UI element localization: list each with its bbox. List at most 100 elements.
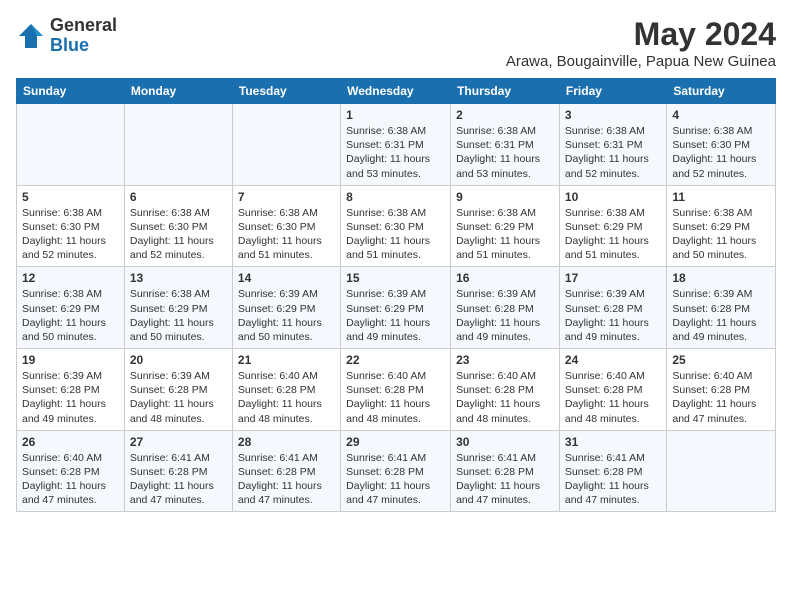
calendar-cell: 14 Sunrise: 6:39 AM Sunset: 6:29 PM Dayli…: [232, 267, 340, 349]
calendar-cell: 7Sunrise: 6:38 AM Sunset: 6:30 PM Daylig…: [232, 185, 340, 267]
day-number: 14: [238, 271, 335, 285]
day-info: Sunrise: 6:39 AM Sunset: 6:28 PM Dayligh…: [22, 369, 119, 426]
day-info: Sunrise: 6:41 AM Sunset: 6:28 PM Dayligh…: [130, 451, 227, 508]
day-info: Sunrise: 6:38 AM Sunset: 6:29 PM Dayligh…: [672, 206, 770, 263]
calendar-cell: 5 Sunrise: 6:38 AM Sunset: 6:30 PM Daylig…: [17, 185, 125, 267]
day-number: 8: [346, 190, 445, 204]
day-number: 18: [672, 271, 770, 285]
calendar-cell: 17Sunrise: 6:39 AM Sunset: 6:28 PM Dayli…: [559, 267, 666, 349]
day-info: Sunrise: 6:38 AM Sunset: 6:29 PM Dayligh…: [22, 287, 119, 344]
logo-general-text: General: [50, 16, 117, 36]
day-number: 9: [456, 190, 554, 204]
day-number: 23: [456, 353, 554, 367]
day-number: 5: [22, 190, 119, 204]
header-thursday: Thursday: [451, 79, 560, 104]
calendar-week-row: 19 Sunrise: 6:39 AM Sunset: 6:28 PM Dayli…: [17, 349, 776, 431]
calendar-cell: 24 Sunrise: 6:40 AM Sunset: 6:28 PM Dayli…: [559, 349, 666, 431]
logo: General Blue: [16, 16, 117, 56]
day-number: 1: [346, 108, 445, 122]
day-info: Sunrise: 6:38 AM Sunset: 6:29 PM Dayligh…: [565, 206, 661, 263]
day-number: 21: [238, 353, 335, 367]
calendar-cell: 9 Sunrise: 6:38 AM Sunset: 6:29 PM Daylig…: [451, 185, 560, 267]
calendar-cell: 11 Sunrise: 6:38 AM Sunset: 6:29 PM Dayli…: [667, 185, 776, 267]
day-number: 15: [346, 271, 445, 285]
logo-text: General Blue: [50, 16, 117, 56]
day-number: 31: [565, 435, 661, 449]
day-info: Sunrise: 6:38 AM Sunset: 6:29 PM Dayligh…: [130, 287, 227, 344]
day-info: Sunrise: 6:39 AM Sunset: 6:29 PM Dayligh…: [238, 287, 335, 344]
day-number: 12: [22, 271, 119, 285]
header-friday: Friday: [559, 79, 666, 104]
day-info: Sunrise: 6:39 AM Sunset: 6:28 PM Dayligh…: [672, 287, 770, 344]
calendar-cell: 16Sunrise: 6:39 AM Sunset: 6:28 PM Dayli…: [451, 267, 560, 349]
day-number: 26: [22, 435, 119, 449]
calendar-cell: 12 Sunrise: 6:38 AM Sunset: 6:29 PM Dayli…: [17, 267, 125, 349]
day-number: 29: [346, 435, 445, 449]
calendar-cell: 26Sunrise: 6:40 AM Sunset: 6:28 PM Dayli…: [17, 430, 125, 512]
calendar-cell: 23 Sunrise: 6:40 AM Sunset: 6:28 PM Dayli…: [451, 349, 560, 431]
page-header: General Blue May 2024 Arawa, Bougainvill…: [16, 16, 776, 70]
header-saturday: Saturday: [667, 79, 776, 104]
day-number: 7: [238, 190, 335, 204]
day-number: 6: [130, 190, 227, 204]
calendar-cell: 15 Sunrise: 6:39 AM Sunset: 6:29 PM Dayli…: [341, 267, 451, 349]
month-year-title: May 2024: [506, 16, 776, 53]
day-info: Sunrise: 6:38 AM Sunset: 6:29 PM Dayligh…: [456, 206, 554, 263]
calendar-cell: 10 Sunrise: 6:38 AM Sunset: 6:29 PM Dayli…: [559, 185, 666, 267]
calendar-table: SundayMondayTuesdayWednesdayThursdayFrid…: [16, 78, 776, 512]
day-number: 3: [565, 108, 661, 122]
calendar-week-row: 12 Sunrise: 6:38 AM Sunset: 6:29 PM Dayli…: [17, 267, 776, 349]
title-block: May 2024 Arawa, Bougainville, Papua New …: [506, 16, 776, 70]
calendar-cell: 3Sunrise: 6:38 AM Sunset: 6:31 PM Daylig…: [559, 104, 666, 186]
header-tuesday: Tuesday: [232, 79, 340, 104]
calendar-cell: 31 Sunrise: 6:41 AM Sunset: 6:28 PM Dayli…: [559, 430, 666, 512]
day-number: 19: [22, 353, 119, 367]
day-info: Sunrise: 6:40 AM Sunset: 6:28 PM Dayligh…: [456, 369, 554, 426]
header-wednesday: Wednesday: [341, 79, 451, 104]
calendar-cell: [17, 104, 125, 186]
day-number: 11: [672, 190, 770, 204]
calendar-cell: [667, 430, 776, 512]
day-number: 27: [130, 435, 227, 449]
logo-blue-text: Blue: [50, 36, 117, 56]
day-number: 28: [238, 435, 335, 449]
calendar-cell: 25 Sunrise: 6:40 AM Sunset: 6:28 PM Dayli…: [667, 349, 776, 431]
header-sunday: Sunday: [17, 79, 125, 104]
calendar-cell: 27 Sunrise: 6:41 AM Sunset: 6:28 PM Dayli…: [124, 430, 232, 512]
day-number: 10: [565, 190, 661, 204]
day-number: 17: [565, 271, 661, 285]
day-info: Sunrise: 6:40 AM Sunset: 6:28 PM Dayligh…: [565, 369, 661, 426]
day-number: 30: [456, 435, 554, 449]
day-info: Sunrise: 6:38 AM Sunset: 6:30 PM Dayligh…: [672, 124, 770, 181]
day-info: Sunrise: 6:38 AM Sunset: 6:31 PM Dayligh…: [456, 124, 554, 181]
day-info: Sunrise: 6:41 AM Sunset: 6:28 PM Dayligh…: [565, 451, 661, 508]
calendar-cell: [124, 104, 232, 186]
calendar-cell: 2Sunrise: 6:38 AM Sunset: 6:31 PM Daylig…: [451, 104, 560, 186]
day-number: 13: [130, 271, 227, 285]
calendar-cell: 22 Sunrise: 6:40 AM Sunset: 6:28 PM Dayli…: [341, 349, 451, 431]
day-info: Sunrise: 6:40 AM Sunset: 6:28 PM Dayligh…: [238, 369, 335, 426]
day-info: Sunrise: 6:40 AM Sunset: 6:28 PM Dayligh…: [672, 369, 770, 426]
day-info: Sunrise: 6:40 AM Sunset: 6:28 PM Dayligh…: [346, 369, 445, 426]
calendar-week-row: 5 Sunrise: 6:38 AM Sunset: 6:30 PM Daylig…: [17, 185, 776, 267]
calendar-cell: 18 Sunrise: 6:39 AM Sunset: 6:28 PM Dayli…: [667, 267, 776, 349]
day-number: 20: [130, 353, 227, 367]
calendar-cell: 6 Sunrise: 6:38 AM Sunset: 6:30 PM Daylig…: [124, 185, 232, 267]
day-number: 16: [456, 271, 554, 285]
day-number: 24: [565, 353, 661, 367]
calendar-cell: 28 Sunrise: 6:41 AM Sunset: 6:28 PM Dayli…: [232, 430, 340, 512]
day-info: Sunrise: 6:38 AM Sunset: 6:30 PM Dayligh…: [346, 206, 445, 263]
day-info: Sunrise: 6:38 AM Sunset: 6:30 PM Dayligh…: [22, 206, 119, 263]
day-info: Sunrise: 6:38 AM Sunset: 6:30 PM Dayligh…: [130, 206, 227, 263]
day-info: Sunrise: 6:39 AM Sunset: 6:29 PM Dayligh…: [346, 287, 445, 344]
calendar-cell: [232, 104, 340, 186]
calendar-header-row: SundayMondayTuesdayWednesdayThursdayFrid…: [17, 79, 776, 104]
day-info: Sunrise: 6:41 AM Sunset: 6:28 PM Dayligh…: [238, 451, 335, 508]
calendar-cell: 29 Sunrise: 6:41 AM Sunset: 6:28 PM Dayli…: [341, 430, 451, 512]
logo-icon: [16, 21, 46, 51]
day-info: Sunrise: 6:41 AM Sunset: 6:28 PM Dayligh…: [346, 451, 445, 508]
calendar-cell: 30Sunrise: 6:41 AM Sunset: 6:28 PM Dayli…: [451, 430, 560, 512]
calendar-cell: 1Sunrise: 6:38 AM Sunset: 6:31 PM Daylig…: [341, 104, 451, 186]
day-number: 22: [346, 353, 445, 367]
day-number: 25: [672, 353, 770, 367]
